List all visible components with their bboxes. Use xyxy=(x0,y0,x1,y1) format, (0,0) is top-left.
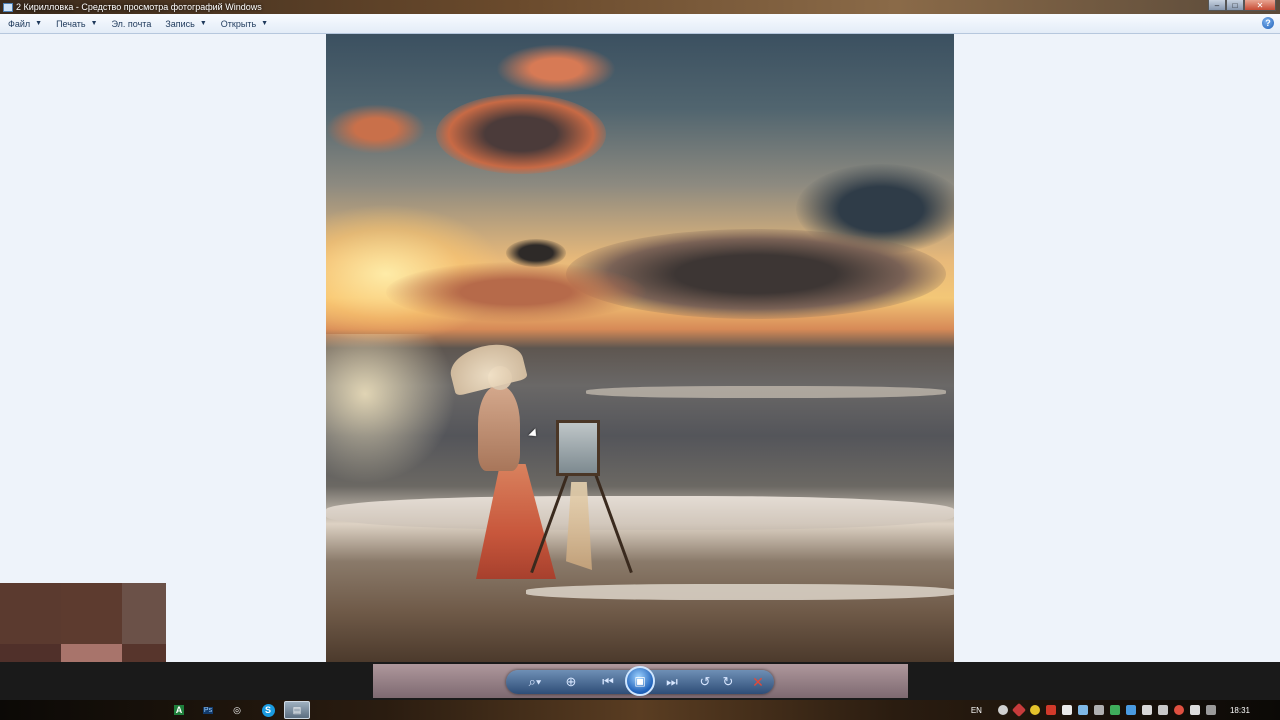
cloud xyxy=(436,94,606,174)
volume-icon[interactable] xyxy=(1141,705,1152,715)
tray-app-icon[interactable] xyxy=(1093,705,1104,715)
rotate-counterclockwise-icon[interactable]: ↺ xyxy=(695,672,715,692)
next-icon[interactable]: ⏭ xyxy=(662,672,682,692)
displayed-photo[interactable] xyxy=(326,34,954,662)
tray-app-icon[interactable] xyxy=(1061,705,1072,715)
network-icon[interactable] xyxy=(1125,705,1136,715)
menu-email[interactable]: Эл. почта xyxy=(104,19,158,29)
zoom-icon[interactable]: ⌕▾ xyxy=(522,672,548,692)
shore-foam xyxy=(526,584,954,600)
tray-app-icon[interactable] xyxy=(1157,705,1168,715)
cloud xyxy=(506,239,566,267)
delete-icon[interactable]: ✕ xyxy=(748,672,768,692)
skype-icon: S xyxy=(261,703,275,717)
tray-app-icon[interactable] xyxy=(1077,705,1088,715)
tray-app-icon[interactable] xyxy=(1189,705,1200,715)
menu-burn[interactable]: Запись ▼ xyxy=(157,19,212,29)
tray-app-icon[interactable] xyxy=(1011,702,1027,718)
wave-foam xyxy=(586,386,946,398)
taskbar: A Ps ◎ S ▤ EN 18:31 xyxy=(0,700,1280,720)
actual-size-icon[interactable]: ⊕ xyxy=(561,672,581,692)
language-indicator[interactable]: EN xyxy=(971,706,982,715)
tray-app-icon[interactable] xyxy=(1109,705,1120,715)
system-tray: EN 18:31 xyxy=(971,700,1280,720)
rotate-clockwise-icon[interactable]: ↻ xyxy=(718,672,738,692)
tray-app-icon[interactable] xyxy=(1205,705,1216,715)
menu-burn-label: Запись xyxy=(165,18,195,29)
taskbar-skype[interactable]: S xyxy=(255,701,281,719)
photo-viewer-icon xyxy=(3,2,13,12)
menu-open[interactable]: Открыть ▼ xyxy=(213,19,274,29)
cloud xyxy=(386,262,646,322)
tray-app-icon[interactable] xyxy=(1029,705,1040,715)
window-title: 2 Кирилловка - Средство просмотра фотогр… xyxy=(16,2,262,12)
title-bar: 2 Кирилловка - Средство просмотра фотогр… xyxy=(0,0,1280,14)
cloud xyxy=(326,104,426,154)
tray-app-icon[interactable] xyxy=(1173,705,1184,715)
close-button[interactable]: ✕ xyxy=(1244,0,1276,11)
menu-print-label: Печать xyxy=(56,18,86,29)
cloud xyxy=(496,44,616,94)
chevron-down-icon: ▼ xyxy=(199,20,207,27)
taskbar-photo-viewer[interactable]: ▤ xyxy=(284,701,310,719)
photo-viewer-icon: ▤ xyxy=(292,704,302,715)
media-icon: ◎ xyxy=(233,704,241,715)
sun-glitter xyxy=(326,334,456,484)
woman-figure xyxy=(478,386,520,471)
chevron-down-icon: ▼ xyxy=(35,20,43,27)
menu-bar: Файл ▼ Печать ▼ Эл. почта Запись ▼ Откры… xyxy=(0,14,1280,34)
menu-open-label: Открыть xyxy=(220,18,257,29)
shield-icon[interactable] xyxy=(1045,705,1056,715)
system-clock[interactable]: 18:31 xyxy=(1230,706,1250,715)
playback-controls-bar: ⌕▾ ⊕ ⏮ ▣ ⏭ ↺ ↻ ✕ xyxy=(0,662,1280,700)
parasol xyxy=(446,337,528,397)
photo-viewport[interactable] xyxy=(0,34,1280,662)
excel-icon: A xyxy=(173,705,185,715)
chevron-down-icon: ▼ xyxy=(261,20,269,27)
minimize-button[interactable]: – xyxy=(1208,0,1226,11)
easel-canvas xyxy=(556,420,600,476)
chevron-down-icon: ▼ xyxy=(90,20,98,27)
slideshow-button[interactable]: ▣ xyxy=(625,666,655,696)
taskbar-photoshop[interactable]: Ps xyxy=(195,701,221,719)
help-icon[interactable]: ? xyxy=(1262,17,1274,29)
window-controls: – □ ✕ xyxy=(1208,0,1276,11)
maximize-button[interactable]: □ xyxy=(1226,0,1244,11)
taskbar-media[interactable]: ◎ xyxy=(224,701,250,719)
menu-file-label: Файл xyxy=(8,18,31,29)
wave-foam xyxy=(326,496,954,530)
antivirus-icon[interactable] xyxy=(997,705,1008,715)
menu-email-label: Эл. почта xyxy=(111,18,152,29)
previous-icon[interactable]: ⏮ xyxy=(598,672,618,692)
photoshop-icon: Ps xyxy=(202,706,214,714)
taskbar-excel[interactable]: A xyxy=(166,701,192,719)
menu-file[interactable]: Файл ▼ xyxy=(0,19,48,29)
menu-print[interactable]: Печать ▼ xyxy=(48,19,103,29)
